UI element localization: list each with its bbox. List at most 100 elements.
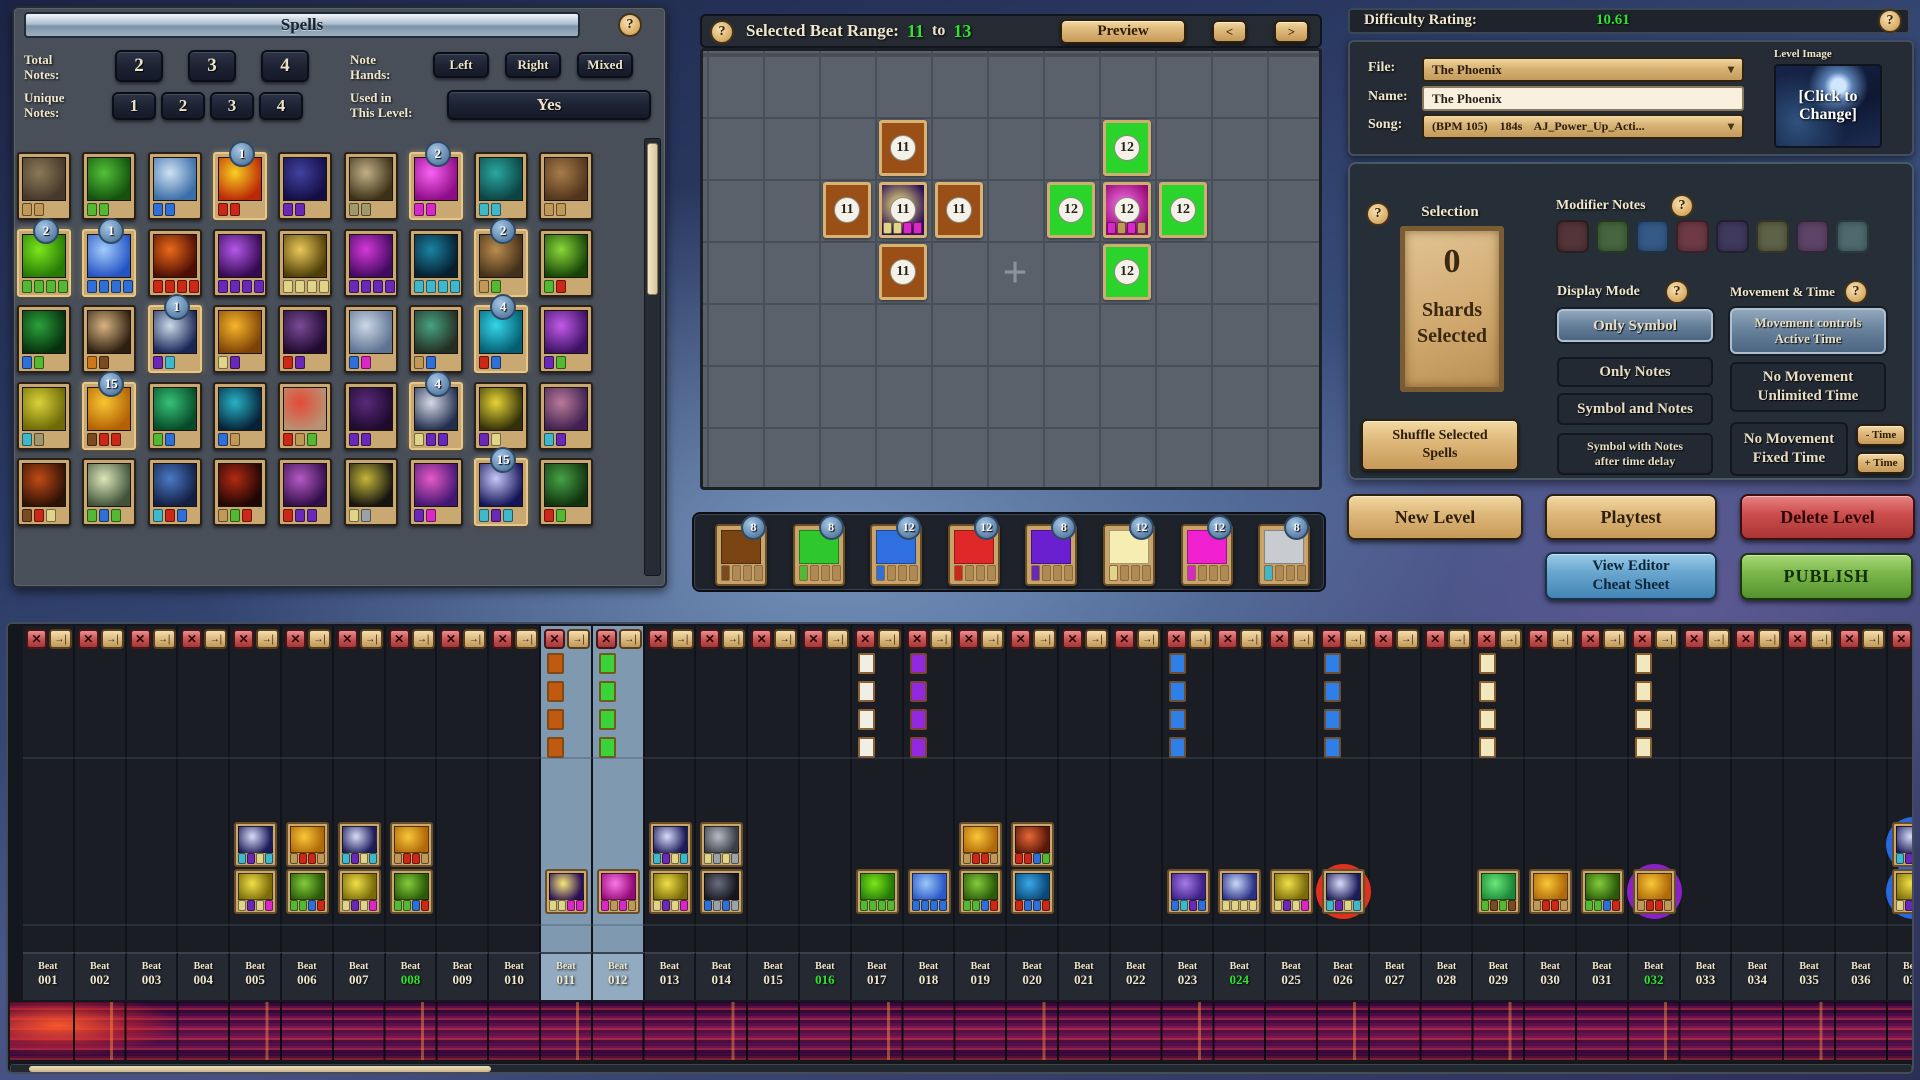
timeline-spell-red-chains[interactable] — [1011, 822, 1054, 867]
insert-beat-button[interactable]: →| — [1448, 629, 1471, 649]
spell-card-silver-helm[interactable]: 4 — [409, 382, 463, 450]
beat-label-011[interactable]: Beat011 — [541, 952, 593, 1000]
delete-beat-button[interactable]: ✕ — [1269, 629, 1290, 649]
spell-card-moon-and-stars[interactable] — [539, 382, 593, 450]
delete-beat-button[interactable]: ✕ — [1580, 629, 1601, 649]
spell-card-amber-gem[interactable] — [213, 305, 267, 373]
timeline-spell-yellow-hammer[interactable] — [234, 869, 277, 914]
spell-card-purple-falls[interactable] — [344, 229, 398, 297]
beat-label-014[interactable]: Beat014 — [696, 952, 748, 1000]
delete-beat-button[interactable]: ✕ — [492, 629, 513, 649]
placed-note-card-11[interactable]: 11 — [879, 182, 927, 238]
timeline-spell-dark-slash[interactable] — [234, 822, 277, 867]
timeline-spell-blue-slash[interactable] — [1218, 869, 1261, 914]
delete-beat-button[interactable]: ✕ — [1062, 629, 1083, 649]
spell-card-red-scratch[interactable] — [213, 458, 267, 526]
level-image-thumbnail[interactable]: [Click to Change] — [1774, 64, 1882, 148]
modifier-note-3[interactable] — [1636, 220, 1669, 253]
timeline-spell-purple-bomb[interactable] — [545, 869, 588, 914]
timeline-note-square[interactable] — [1169, 653, 1186, 674]
delete-beat-button[interactable]: ✕ — [1891, 629, 1912, 649]
note-type-card[interactable]: 8 — [1025, 524, 1077, 586]
spell-card-green-comet[interactable] — [539, 229, 593, 297]
spells-scrollbar-track[interactable] — [644, 138, 661, 576]
beat-label-025[interactable]: Beat025 — [1266, 952, 1318, 1000]
beat-label-009[interactable]: Beat009 — [437, 952, 489, 1000]
timeline-spell-green-maw[interactable] — [1581, 869, 1624, 914]
beat-label-033[interactable]: Beat033 — [1681, 952, 1733, 1000]
beat-label-010[interactable]: Beat010 — [489, 952, 541, 1000]
delete-beat-button[interactable]: ✕ — [1217, 629, 1238, 649]
spell-card-teal-vortex[interactable] — [474, 152, 528, 220]
timeline-spell-gray-statue[interactable] — [700, 822, 743, 867]
beat-label-008[interactable]: Beat008 — [386, 952, 438, 1000]
movement-movement-controls[interactable]: Movement controls Active Time — [1730, 308, 1886, 354]
spells-scrollbar-thumb[interactable] — [647, 143, 658, 295]
spell-card-dark-plum[interactable] — [344, 382, 398, 450]
spell-card-fireball[interactable]: 1 — [213, 152, 267, 220]
delete-beat-button[interactable]: ✕ — [855, 629, 876, 649]
help-icon-modifier-notes[interactable]: ? — [1670, 194, 1694, 218]
spell-card-teal-gates[interactable] — [213, 382, 267, 450]
insert-beat-button[interactable]: →| — [1240, 629, 1263, 649]
insert-beat-button[interactable]: →| — [204, 629, 227, 649]
delete-beat-button[interactable]: ✕ — [1166, 629, 1187, 649]
timeline-note-square[interactable] — [599, 653, 616, 674]
spell-card-blue-armor[interactable] — [148, 458, 202, 526]
insert-beat-button[interactable]: →| — [1499, 629, 1522, 649]
delete-beat-button[interactable]: ✕ — [1425, 629, 1446, 649]
delete-beat-button[interactable]: ✕ — [1010, 629, 1031, 649]
beat-label-024[interactable]: Beat024 — [1214, 952, 1266, 1000]
spell-card-moon-claw[interactable]: 1 — [148, 305, 202, 373]
timeline-note-square[interactable] — [599, 709, 616, 730]
timeline-note-square[interactable] — [858, 681, 875, 702]
timeline-scrollbar-track[interactable] — [10, 1064, 1912, 1074]
beat-label-017[interactable]: Beat017 — [852, 952, 904, 1000]
note-type-card[interactable]: 8 — [715, 524, 767, 586]
beat-placement-grid[interactable]: 11111111111212121212+ — [700, 48, 1322, 490]
delete-beat-button[interactable]: ✕ — [751, 629, 772, 649]
timeline-spell-shield[interactable] — [286, 822, 329, 867]
help-icon-display-mode[interactable]: ? — [1665, 280, 1689, 304]
modifier-note-2[interactable] — [1596, 220, 1629, 253]
view-editor-cheat-sheet-button[interactable]: View Editor Cheat Sheet — [1545, 552, 1717, 600]
delete-beat-button[interactable]: ✕ — [440, 629, 461, 649]
delete-beat-button[interactable]: ✕ — [285, 629, 306, 649]
movement-no-movement[interactable]: No Movement Unlimited Time — [1730, 362, 1886, 412]
beat-label-020[interactable]: Beat020 — [1007, 952, 1059, 1000]
insert-beat-button[interactable]: →| — [49, 629, 72, 649]
timeline-spell-blue-storm[interactable] — [908, 869, 951, 914]
filter-total-notes-2[interactable]: 2 — [115, 50, 163, 82]
timeline-note-square[interactable] — [1635, 709, 1652, 730]
insert-beat-button[interactable]: →| — [1189, 629, 1212, 649]
delete-beat-button[interactable]: ✕ — [1476, 629, 1497, 649]
placed-note-card-11[interactable]: 11 — [879, 244, 927, 300]
beat-label-036[interactable]: Beat036 — [1836, 952, 1888, 1000]
insert-beat-button[interactable]: →| — [101, 629, 124, 649]
spell-card-teal-rift[interactable] — [409, 229, 463, 297]
delete-beat-button[interactable]: ✕ — [26, 629, 47, 649]
delete-beat-button[interactable]: ✕ — [130, 629, 151, 649]
delete-beat-button[interactable]: ✕ — [233, 629, 254, 649]
insert-beat-button[interactable]: →| — [1655, 629, 1678, 649]
spell-card-gold-shield[interactable]: 15 — [82, 382, 136, 450]
delete-beat-button[interactable]: ✕ — [1321, 629, 1342, 649]
delete-beat-button[interactable]: ✕ — [1839, 629, 1860, 649]
display-mode-symbol-with-notes[interactable]: Symbol with Notes after time delay — [1557, 433, 1713, 475]
placed-note-card-12[interactable]: 12 — [1103, 120, 1151, 176]
note-type-card[interactable]: 12 — [870, 524, 922, 586]
spell-card-red-mushroom[interactable] — [278, 382, 332, 450]
playtest-button[interactable]: Playtest — [1545, 494, 1717, 540]
timeline-note-square[interactable] — [547, 653, 564, 674]
beat-label-035[interactable]: Beat035 — [1784, 952, 1836, 1000]
spell-card-water-swirl[interactable] — [148, 152, 202, 220]
beat-label-016[interactable]: Beat016 — [800, 952, 852, 1000]
insert-beat-button[interactable]: →| — [878, 629, 901, 649]
insert-beat-button[interactable]: →| — [567, 629, 590, 649]
timeline-spell-yellow-hammer[interactable] — [1892, 869, 1914, 914]
beat-label-005[interactable]: Beat005 — [230, 952, 282, 1000]
insert-beat-button[interactable]: →| — [256, 629, 279, 649]
delete-beat-button[interactable]: ✕ — [1373, 629, 1394, 649]
timeline-spell-green-maw[interactable] — [959, 869, 1002, 914]
spell-card-purple-helix[interactable] — [213, 229, 267, 297]
